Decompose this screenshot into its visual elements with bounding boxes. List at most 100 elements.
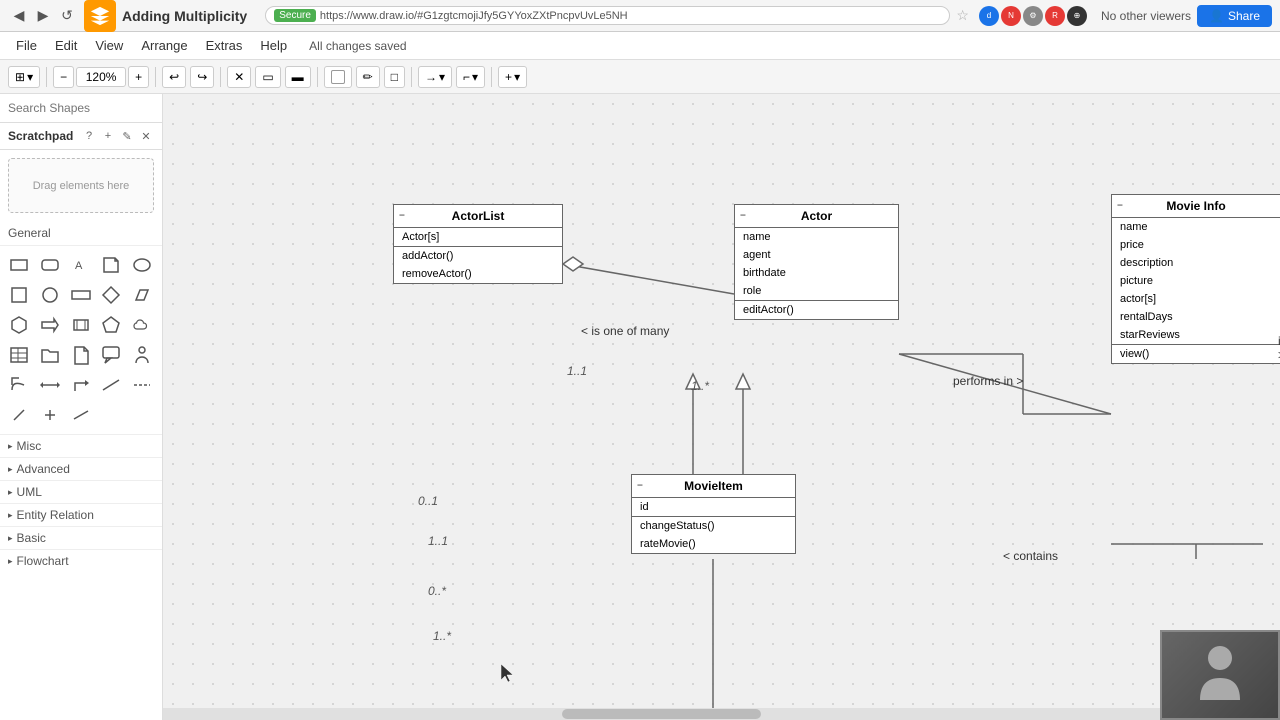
shape-folder[interactable] <box>37 342 63 368</box>
actorlist-section1: Actor[s] <box>394 228 562 247</box>
shape-horizontal-rect[interactable] <box>68 282 94 308</box>
actorlist-box[interactable]: − ActorList Actor[s] addActor() removeAc… <box>393 204 563 284</box>
movieinfo-title: Movie Info <box>1166 199 1225 213</box>
zoom-in-button[interactable]: + <box>128 66 149 88</box>
refresh-button[interactable]: ↺ <box>56 5 78 27</box>
shape-callout[interactable] <box>98 342 124 368</box>
label-performs-in: performs in > <box>953 374 1023 388</box>
scrollbar-thumb[interactable] <box>562 709 761 719</box>
shape-circle[interactable] <box>37 282 63 308</box>
actorlist-collapse-icon[interactable]: − <box>399 211 405 222</box>
zoom-out-button[interactable]: − <box>53 66 74 88</box>
canvas[interactable]: − ActorList Actor[s] addActor() removeAc… <box>163 94 1280 720</box>
toolbar-separator-1 <box>46 67 47 87</box>
connection-button[interactable]: → ▾ <box>418 66 452 88</box>
actor-collapse-icon[interactable]: − <box>740 211 746 222</box>
actor-field-agent: agent <box>735 246 898 264</box>
shape-button[interactable]: □ <box>384 66 405 88</box>
scratchpad-add-button[interactable]: + <box>100 128 116 144</box>
movieinfo-field-description: description <box>1112 254 1280 272</box>
shape-curved-arrow[interactable] <box>6 372 32 398</box>
sidebar-cat-flowchart[interactable]: ▸ Flowchart <box>0 549 162 572</box>
movieinfo-collapse-icon[interactable]: − <box>1117 201 1123 212</box>
undo-button[interactable]: ↩ <box>162 66 186 88</box>
delete-button[interactable]: ✕ <box>227 66 251 88</box>
scratchpad-label: Scratchpad <box>8 129 73 143</box>
menu-arrange[interactable]: Arrange <box>133 35 195 56</box>
share-button[interactable]: 👤 Share <box>1197 5 1272 27</box>
to-back-button[interactable]: ▬ <box>285 66 311 88</box>
movieinfo-section1: name price description picture actor[s] … <box>1112 218 1280 345</box>
scratchpad-close-button[interactable]: ✕ <box>138 128 154 144</box>
shape-slash[interactable] <box>6 402 32 428</box>
to-front-icon: ▭ <box>262 70 273 84</box>
horizontal-scrollbar[interactable] <box>163 708 1160 720</box>
shape-table[interactable] <box>6 342 32 368</box>
view-selector-button[interactable]: ⊞ ▾ <box>8 66 40 88</box>
movieitem-field-id: id <box>632 498 795 516</box>
toolbar-separator-4 <box>317 67 318 87</box>
movieinfo-field-name: name <box>1112 218 1280 236</box>
menu-extras[interactable]: Extras <box>198 35 251 56</box>
scratchpad-edit-button[interactable]: ✎ <box>119 128 135 144</box>
shape-cloud[interactable] <box>129 312 155 338</box>
shape-text[interactable]: A <box>68 252 94 278</box>
search-input[interactable] <box>8 101 163 115</box>
shape-line[interactable] <box>98 372 124 398</box>
sidebar-cat-misc[interactable]: ▸ Misc <box>0 434 162 457</box>
actor-title: Actor <box>801 209 832 223</box>
shape-elbow-arrow[interactable] <box>68 372 94 398</box>
view-grid-icon: ⊞ <box>15 70 25 84</box>
shape-hexagon[interactable] <box>6 312 32 338</box>
menu-help[interactable]: Help <box>252 35 295 56</box>
flowchart-label: Flowchart <box>17 554 69 568</box>
shape-double-arrow[interactable] <box>37 372 63 398</box>
sidebar-cat-entity-relation[interactable]: ▸ Entity Relation <box>0 503 162 526</box>
shape-parallelogram[interactable] <box>129 282 155 308</box>
fill-color-button[interactable] <box>324 66 352 88</box>
zoom-level[interactable]: 120% <box>76 67 126 87</box>
movieitem-box[interactable]: − MovieItem id changeStatus() rateMovie(… <box>631 474 796 554</box>
sidebar-cat-advanced[interactable]: ▸ Advanced <box>0 457 162 480</box>
shape-diamond[interactable] <box>98 282 124 308</box>
browser-ext-3: ⚙ <box>1023 6 1043 26</box>
sidebar-cat-uml[interactable]: ▸ UML <box>0 480 162 503</box>
shape-icon: □ <box>391 70 398 84</box>
waypoint-button[interactable]: ⌐ ▾ <box>456 66 485 88</box>
shape-process[interactable] <box>68 312 94 338</box>
shape-ellipse[interactable] <box>129 252 155 278</box>
shape-perpendicular[interactable] <box>37 402 63 428</box>
actor-box[interactable]: − Actor name agent birthdate role editAc… <box>734 204 899 320</box>
shape-person[interactable] <box>129 342 155 368</box>
forward-button[interactable]: ▶ <box>32 5 54 27</box>
menu-file[interactable]: File <box>8 35 45 56</box>
drag-text: Drag elements here <box>33 180 130 192</box>
scratchpad-help-button[interactable]: ? <box>81 128 97 144</box>
movieitem-title: MovieItem <box>684 479 743 493</box>
movieinfo-field-starreviews: starReviews <box>1112 326 1280 344</box>
to-front-button[interactable]: ▭ <box>255 66 280 88</box>
shape-pentagon[interactable] <box>98 312 124 338</box>
insert-button[interactable]: + ▾ <box>498 66 527 88</box>
menu-view[interactable]: View <box>87 35 131 56</box>
sidebar-cat-basic[interactable]: ▸ Basic <box>0 526 162 549</box>
movieitem-collapse-icon[interactable]: − <box>637 481 643 492</box>
category-general[interactable]: General <box>0 221 162 246</box>
movieinfo-box[interactable]: − Movie Info name price description pict… <box>1111 194 1280 364</box>
arrow-icon: → <box>425 70 437 84</box>
shape-square[interactable] <box>6 282 32 308</box>
mult-side-4: 1..* <box>433 629 451 643</box>
redo-button[interactable]: ↪ <box>190 66 214 88</box>
shape-angled-line[interactable] <box>68 402 94 428</box>
shape-note[interactable] <box>98 252 124 278</box>
shape-rounded-rect[interactable] <box>37 252 63 278</box>
address-bar[interactable]: Secure https://www.draw.io/#G1zgtcmojiJf… <box>265 6 950 25</box>
back-button[interactable]: ◀ <box>8 5 30 27</box>
line-color-button[interactable]: ✏ <box>356 66 380 88</box>
shape-page[interactable] <box>68 342 94 368</box>
menu-edit[interactable]: Edit <box>47 35 85 56</box>
actor-field-birthdate: birthdate <box>735 264 898 282</box>
shape-dashed-line[interactable] <box>129 372 155 398</box>
shape-rect[interactable] <box>6 252 32 278</box>
shape-arrow-right[interactable] <box>37 312 63 338</box>
